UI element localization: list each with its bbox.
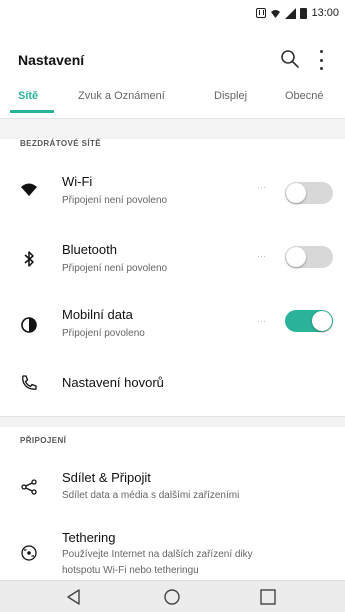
tab-obecne[interactable]: Obecné: [285, 90, 324, 102]
row-subtitle: Připojení povoleno: [62, 328, 145, 339]
wifi-signal-icon: [271, 9, 281, 18]
share-icon: [21, 479, 37, 495]
list-item-mobile-data[interactable]: Mobilní data Připojení povoleno ⋯: [0, 306, 345, 354]
list-item-wifi[interactable]: Wi-Fi Připojení není povoleno ⋯: [0, 168, 345, 216]
cell-signal-icon: [285, 7, 297, 19]
row-subtitle: Připojení není povoleno: [62, 263, 168, 274]
row-subtitle: Připojení není povoleno: [62, 195, 168, 206]
row-title: Bluetooth: [62, 242, 117, 257]
section-band: [0, 119, 345, 139]
tab-indicator: [10, 110, 54, 113]
list-item-tethering[interactable]: Tethering Používejte Internet na dalších…: [0, 524, 345, 580]
row-title: Nastavení hovorů: [62, 375, 164, 390]
row-subtitle: Sdílet data a média s dalšími zařízeními: [62, 490, 240, 501]
list-item-share-connect[interactable]: Sdílet & Připojit Sdílet data a média s …: [0, 466, 345, 512]
row-separator: ⋯: [257, 316, 266, 326]
row-title: Sdílet & Připojit: [62, 470, 151, 485]
battery-icon: [300, 7, 308, 19]
row-subtitle-line2: hotspotu Wi-Fi nebo tetheringu: [62, 565, 199, 576]
phone-icon: [22, 375, 37, 390]
toggle-knob: [312, 311, 332, 331]
toggle-knob: [286, 247, 306, 267]
search-icon[interactable]: [280, 49, 300, 69]
row-subtitle: Používejte Internet na dalších zařízení …: [62, 549, 253, 560]
status-time: 13:00: [311, 7, 339, 19]
section-header-connection: PŘIPOJENÍ: [20, 436, 67, 445]
row-title: Tethering: [62, 530, 116, 545]
bluetooth-icon: [24, 251, 34, 267]
nfc-icon: [256, 8, 267, 18]
tethering-icon: [21, 545, 37, 561]
tab-displej[interactable]: Displej: [214, 90, 247, 102]
home-icon[interactable]: [160, 587, 184, 607]
section-header-wireless: BEZDRÁTOVÉ SÍTĚ: [20, 139, 101, 148]
more-vert-icon[interactable]: [318, 50, 324, 70]
section-band: [0, 417, 345, 427]
tab-site[interactable]: Sítě: [18, 90, 38, 102]
page-title: Nastavení: [18, 52, 85, 68]
back-icon[interactable]: [62, 587, 86, 607]
recents-icon[interactable]: [256, 587, 280, 607]
row-separator: ⋯: [257, 251, 266, 261]
app-bar: Nastavení: [0, 40, 345, 80]
list-item-bluetooth[interactable]: Bluetooth Připojení není povoleno ⋯: [0, 238, 345, 286]
row-title: Wi-Fi: [62, 174, 93, 189]
list-item-call-settings[interactable]: Nastavení hovorů: [0, 366, 345, 406]
tab-bar: Sítě Zvuk a Oznámení Displej Obecné: [0, 84, 345, 114]
wifi-icon: [21, 183, 37, 196]
tab-zvuk-a-oznameni[interactable]: Zvuk a Oznámení: [78, 90, 165, 102]
mobile-data-icon: [21, 317, 37, 333]
row-title: Mobilní data: [62, 307, 133, 322]
navigation-bar: [0, 580, 345, 612]
row-separator: ⋯: [257, 182, 266, 192]
bluetooth-toggle[interactable]: [285, 246, 333, 268]
status-bar: 13:00: [0, 0, 345, 26]
mobile-data-toggle[interactable]: [285, 310, 333, 332]
toggle-knob: [286, 183, 306, 203]
wifi-toggle[interactable]: [285, 182, 333, 204]
